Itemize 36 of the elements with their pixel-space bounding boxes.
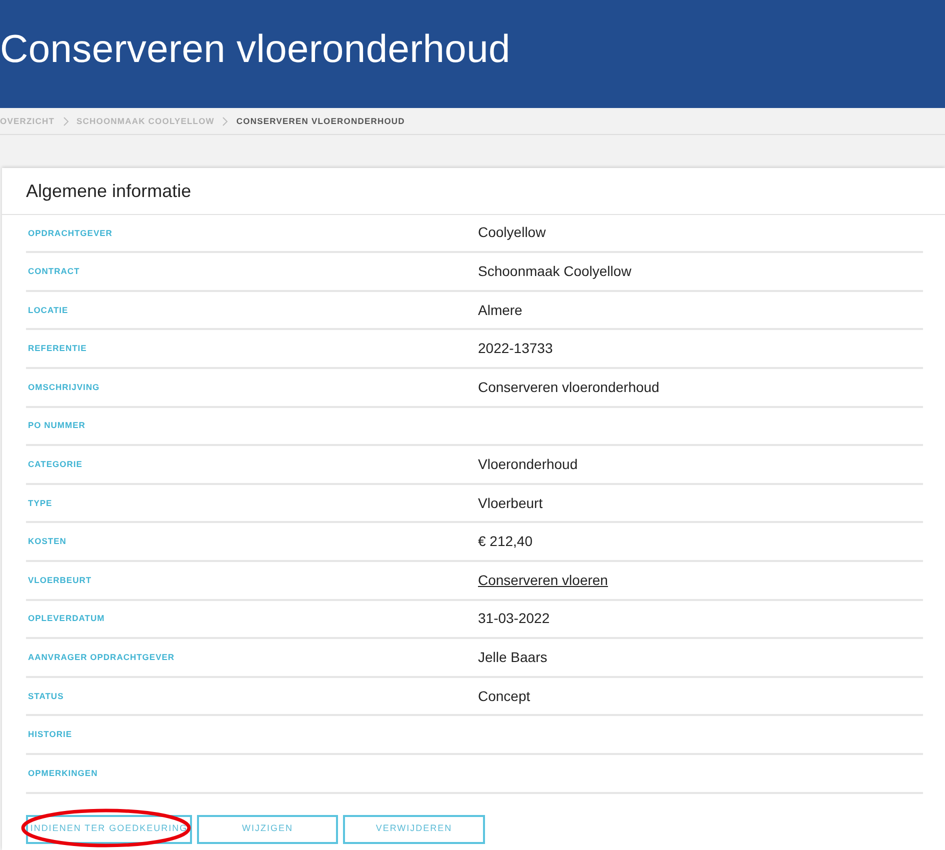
- field-label: LOCATIE: [27, 304, 70, 316]
- field-link[interactable]: Conserveren vloeren: [478, 570, 608, 591]
- field-label: OMSCHRIJVING: [27, 380, 101, 394]
- field-label: OPLEVERDATUM: [27, 612, 106, 626]
- field-value: Concept: [478, 686, 530, 706]
- chevron-icon: [222, 116, 228, 126]
- field-label: REFERENTIE: [27, 342, 88, 356]
- breadcrumb-link[interactable]: OVERZICHT: [0, 114, 55, 128]
- breadcrumb-current: CONSERVEREN VLOERONDERHOUD: [236, 114, 405, 128]
- field-value: Jelle Baars: [478, 648, 548, 667]
- chevron-icon: [62, 116, 69, 126]
- field-label: CATEGORIE: [27, 458, 84, 471]
- field-value: Coolyellow: [478, 223, 546, 242]
- field-label: KOSTEN: [27, 535, 68, 548]
- breadcrumb-link[interactable]: SCHOONMAAK COOLYELLOW: [76, 114, 214, 128]
- card-title: Algemene informatie: [2, 168, 945, 215]
- field-label: STATUS: [27, 690, 65, 702]
- action-button[interactable]: WIJZIGEN: [197, 814, 338, 844]
- field-value: € 212,40: [478, 532, 532, 552]
- field-value: Almere: [478, 300, 522, 320]
- field-label: OPDRACHTGEVER: [27, 226, 114, 240]
- field-label: HISTORIE: [27, 728, 73, 741]
- action-button[interactable]: VERWIJDEREN: [343, 814, 485, 844]
- field-label: CONTRACT: [27, 265, 81, 278]
- field-label: PO NUMMER: [27, 419, 86, 432]
- field-label: OPMERKINGEN: [27, 766, 99, 780]
- field-value: Conserveren vloeronderhoud: [478, 378, 660, 397]
- field-label: TYPE: [27, 496, 54, 510]
- field-value: Vloeronderhoud: [478, 454, 578, 474]
- field-label: AANVRAGER OPDRACHTGEVER: [27, 651, 176, 664]
- page-title: Conserveren vloeronderhoud: [0, 26, 510, 73]
- field-label: VLOERBEURT: [27, 574, 93, 587]
- field-value: 2022-13733: [478, 339, 553, 358]
- field-value: Schoonmaak Coolyellow: [478, 262, 632, 281]
- field-value: Vloerbeurt: [478, 494, 543, 513]
- field-value: 31-03-2022: [478, 609, 550, 628]
